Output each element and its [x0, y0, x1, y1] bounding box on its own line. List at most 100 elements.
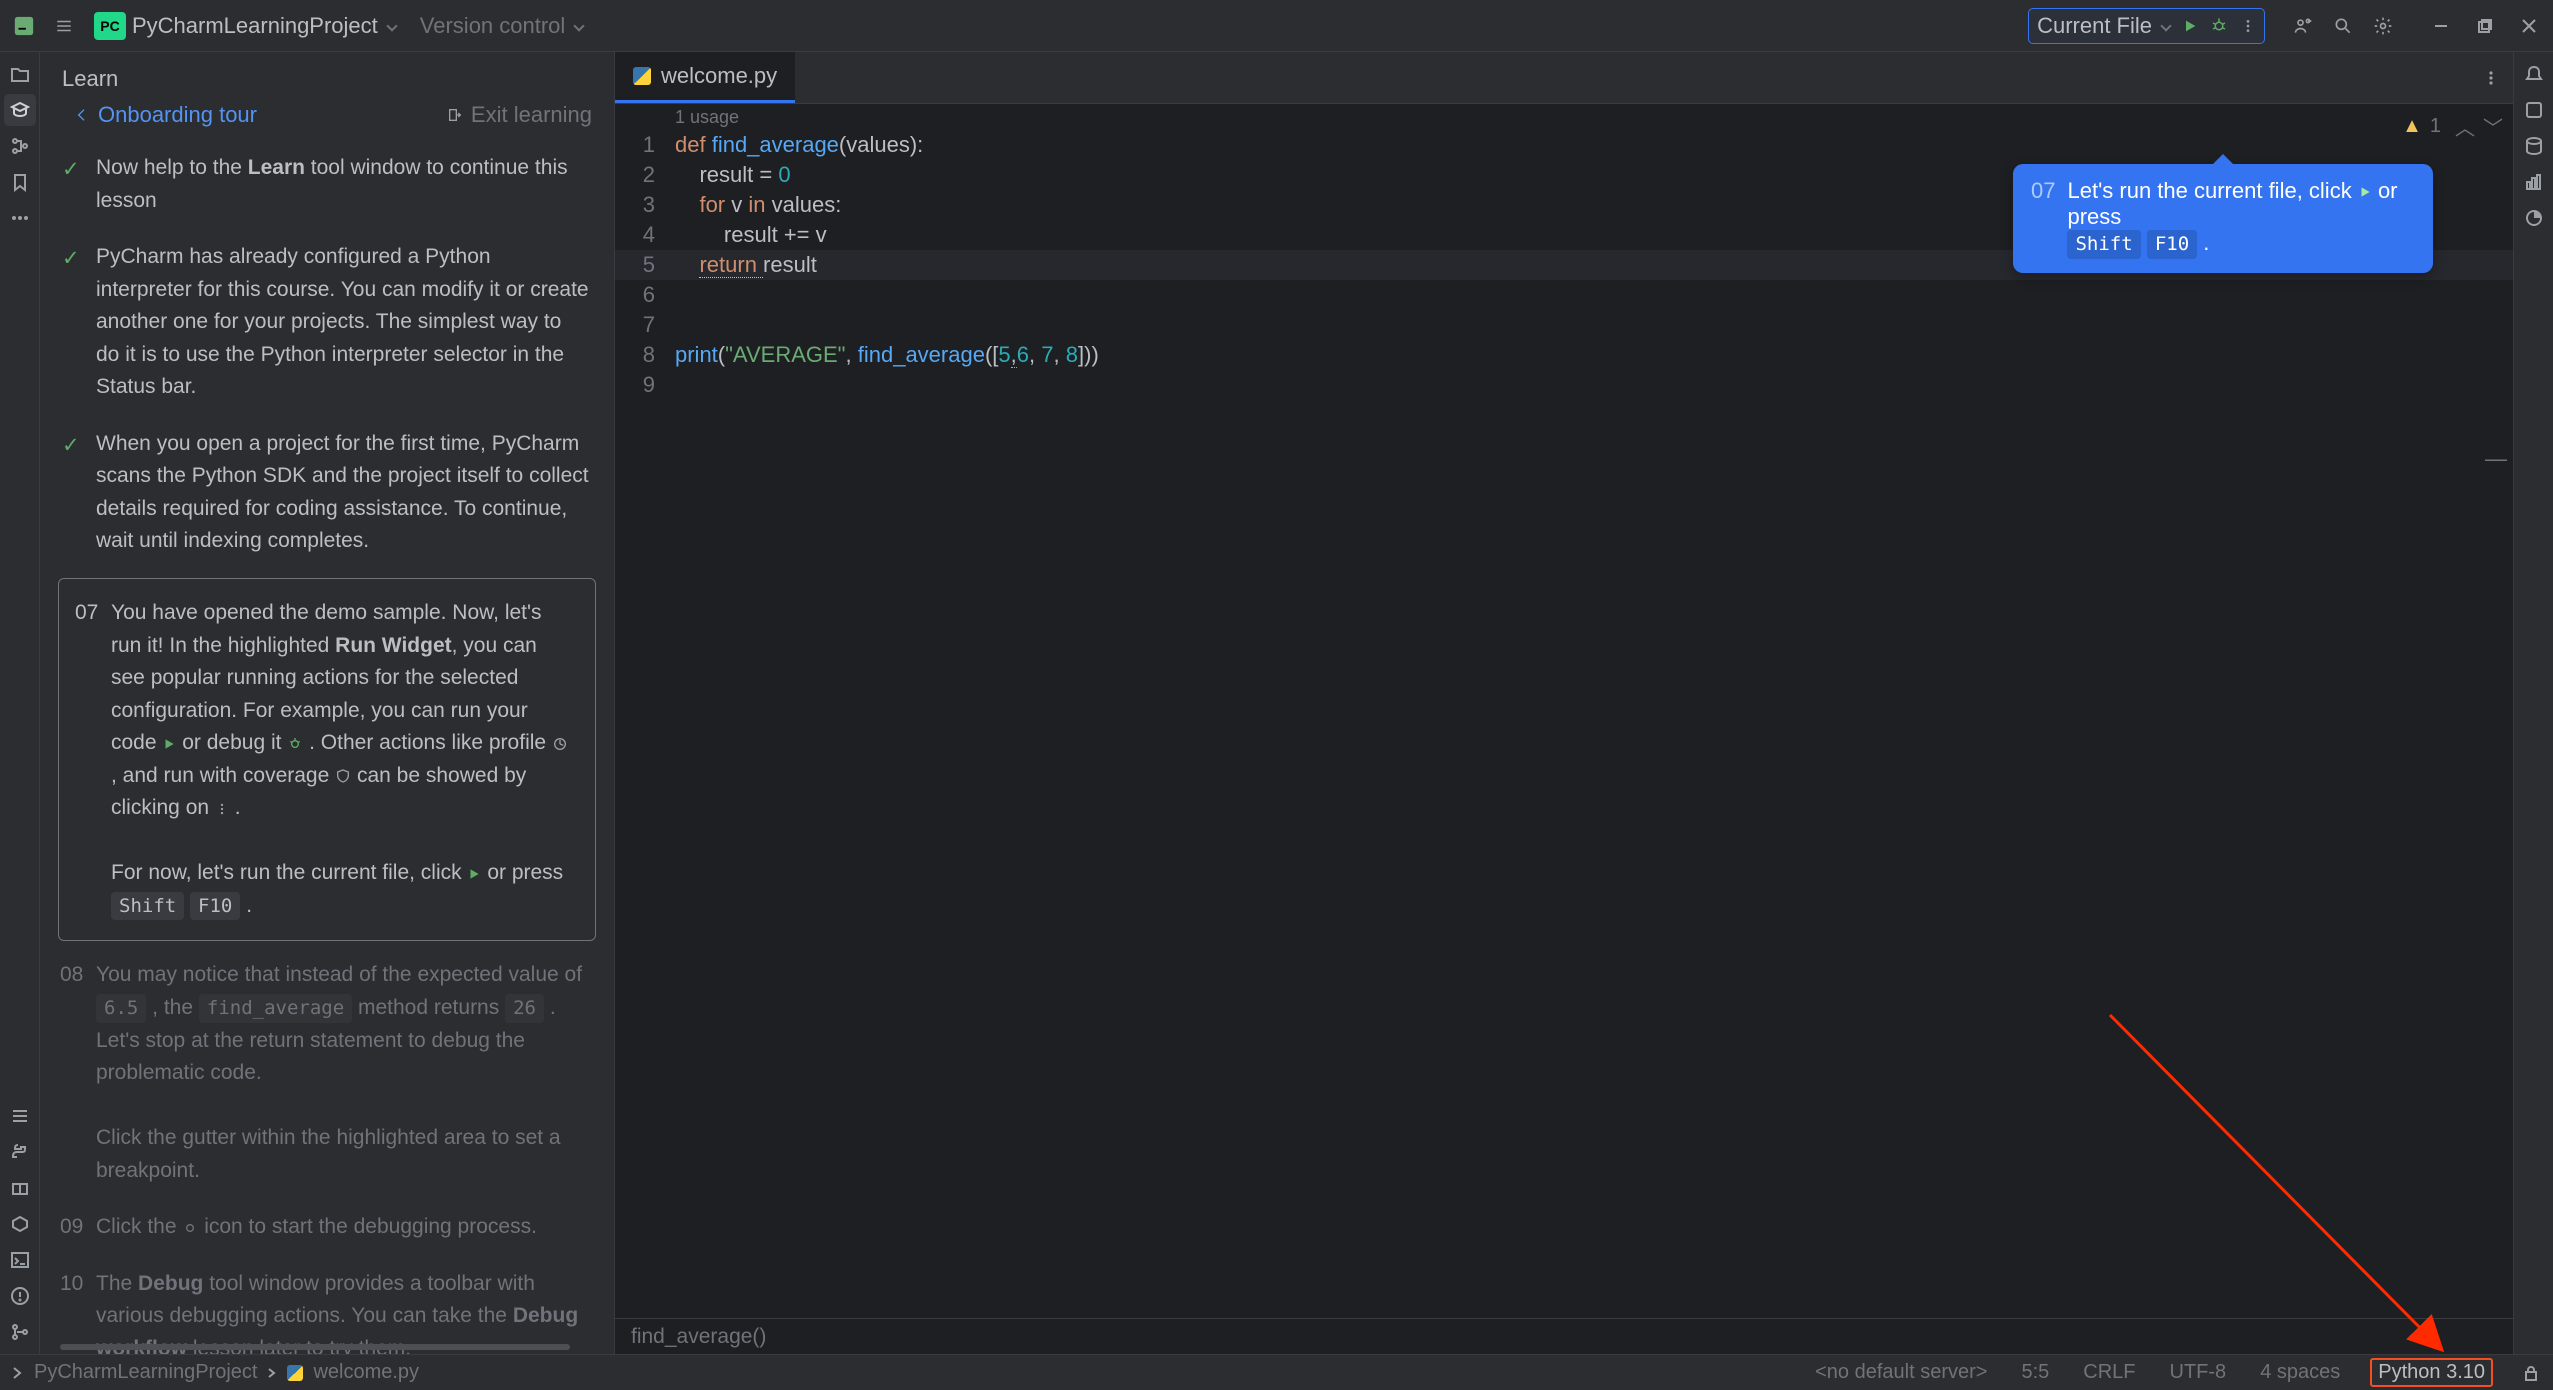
status-server[interactable]: <no default server>: [1811, 1361, 1991, 1384]
code-content[interactable]: result += v: [675, 220, 827, 250]
chevron-down-icon[interactable]: ﹀: [2483, 112, 2503, 141]
left-tool-rail: [0, 52, 40, 1354]
exit-learning-label: Exit learning: [471, 102, 592, 128]
database-icon[interactable]: [2518, 130, 2550, 162]
status-indent[interactable]: 4 spaces: [2256, 1361, 2344, 1384]
more-actions-icon[interactable]: [2240, 18, 2256, 34]
usage-hint[interactable]: 1 usage: [615, 104, 2513, 130]
editor-tabbar: welcome.py: [615, 52, 2513, 104]
problems-tool-icon[interactable]: [4, 1280, 36, 1312]
debug-icon[interactable]: [2210, 17, 2228, 35]
code-line[interactable]: 6: [615, 280, 2513, 310]
code-line[interactable]: 7: [615, 310, 2513, 340]
editor-tab-welcome[interactable]: welcome.py: [615, 52, 795, 103]
more-tools-icon[interactable]: [4, 202, 36, 234]
chevron-right-icon: [10, 1366, 24, 1380]
kbd-shift: Shift: [111, 892, 184, 921]
bookmarks-tool-icon[interactable]: [4, 166, 36, 198]
code-content[interactable]: result = 0: [675, 160, 791, 190]
coverage-icon: [335, 768, 351, 784]
gutter-line-number[interactable]: 4: [615, 220, 675, 250]
vcs-tool-icon[interactable]: [4, 1316, 36, 1348]
maximize-icon[interactable]: [2469, 10, 2501, 42]
lesson-step-10: 10 The Debug tool window provides a tool…: [40, 1262, 614, 1354]
check-icon: ✓: [62, 154, 80, 187]
gutter-line-number[interactable]: 3: [615, 190, 675, 220]
tab-more-icon[interactable]: [2483, 70, 2499, 86]
learn-panel: Learn Onboarding tour Exit learning ✓ No…: [40, 52, 615, 1354]
onboarding-back-link[interactable]: Onboarding tour: [74, 102, 257, 128]
ai-assistant-icon[interactable]: [2518, 94, 2550, 126]
vcs-selector[interactable]: Version control: [420, 13, 584, 39]
gutter-line-number[interactable]: 2: [615, 160, 675, 190]
profile-icon: [552, 736, 568, 752]
code-content[interactable]: for v in values:: [675, 190, 841, 220]
python-packages-icon[interactable]: [4, 1172, 36, 1204]
debug-icon: [182, 1220, 198, 1236]
status-encoding[interactable]: UTF-8: [2166, 1361, 2231, 1384]
terminal-tool-icon[interactable]: [4, 1244, 36, 1276]
code-line[interactable]: 9: [615, 370, 2513, 400]
learn-title: Learn: [40, 52, 614, 102]
code-content[interactable]: print("AVERAGE", find_average([5,6, 7, 8…: [675, 340, 1099, 370]
gutter-line-number[interactable]: 7: [615, 310, 675, 340]
titlebar: PC PyCharmLearningProject Version contro…: [0, 0, 2553, 52]
services-tool-icon[interactable]: [4, 1208, 36, 1240]
todo-tool-icon[interactable]: [4, 1100, 36, 1132]
status-cursor-pos[interactable]: 5:5: [2017, 1361, 2053, 1384]
project-tool-icon[interactable]: [4, 58, 36, 90]
warning-icon: ▲: [2402, 115, 2422, 138]
status-interpreter[interactable]: Python 3.10: [2370, 1358, 2493, 1387]
exit-learning-link[interactable]: Exit learning: [447, 102, 592, 128]
code-line[interactable]: 8print("AVERAGE", find_average([5,6, 7, …: [615, 340, 2513, 370]
gutter-line-number[interactable]: 9: [615, 370, 675, 400]
lesson-step-interpreter: ✓ PyCharm has already configured a Pytho…: [40, 235, 614, 422]
settings-icon[interactable]: [2367, 10, 2399, 42]
coverage-rail-icon[interactable]: [2518, 202, 2550, 234]
run-icon[interactable]: [2182, 18, 2198, 34]
structure-tool-icon[interactable]: [4, 130, 36, 162]
run-icon: [2358, 185, 2372, 199]
status-file[interactable]: welcome.py: [313, 1361, 419, 1384]
tab-label: welcome.py: [661, 63, 777, 89]
python-file-icon: [633, 67, 651, 85]
lesson-step-indexing: ✓ When you open a project for the first …: [40, 422, 614, 576]
project-name: PyCharmLearningProject: [132, 13, 378, 39]
chevron-right-icon: [267, 1368, 277, 1378]
main-menu-icon[interactable]: [48, 10, 80, 42]
code-content[interactable]: def find_average(values):: [675, 130, 923, 160]
right-tool-rail: [2513, 52, 2553, 1354]
code-editor[interactable]: ▲ 1 ︿ ﹀ 1 usage 1def find_average(values…: [615, 104, 2513, 1318]
python-console-icon[interactable]: [4, 1136, 36, 1168]
tooltip-step-num: 07: [2031, 178, 2055, 204]
project-selector[interactable]: PC PyCharmLearningProject: [88, 12, 402, 40]
statusbar: PyCharmLearningProject welcome.py <no de…: [0, 1354, 2553, 1390]
editor-breadcrumb[interactable]: find_average(): [615, 1318, 2513, 1354]
run-config-selector[interactable]: Current File: [2037, 13, 2170, 39]
status-lock-icon[interactable]: [2519, 1365, 2543, 1381]
check-icon: ✓: [62, 243, 80, 276]
learn-scrollbar[interactable]: [40, 1344, 614, 1354]
code-content[interactable]: return result: [675, 250, 817, 280]
gutter-line-number[interactable]: 8: [615, 340, 675, 370]
minimize-icon[interactable]: [2425, 10, 2457, 42]
step-number: 10: [60, 1268, 83, 1301]
gutter-line-number[interactable]: 1: [615, 130, 675, 160]
notifications-icon[interactable]: [2518, 58, 2550, 90]
vcs-label: Version control: [420, 13, 566, 39]
run-widget[interactable]: Current File: [2028, 8, 2265, 44]
sciview-icon[interactable]: [2518, 166, 2550, 198]
collapse-region-icon[interactable]: —: [2485, 446, 2507, 472]
status-project[interactable]: PyCharmLearningProject: [34, 1361, 257, 1384]
gutter-line-number[interactable]: 5: [615, 250, 675, 280]
check-icon: ✓: [62, 430, 80, 463]
gutter-line-number[interactable]: 6: [615, 280, 675, 310]
chevron-up-icon[interactable]: ︿: [2455, 112, 2475, 141]
learn-tool-icon[interactable]: [4, 94, 36, 126]
search-icon[interactable]: [2327, 10, 2359, 42]
pycharm-logo-icon: [8, 10, 40, 42]
code-with-me-icon[interactable]: [2287, 10, 2319, 42]
status-line-ending[interactable]: CRLF: [2079, 1361, 2139, 1384]
close-icon[interactable]: [2513, 10, 2545, 42]
inspection-badge[interactable]: ▲ 1 ︿ ﹀: [2402, 112, 2503, 141]
